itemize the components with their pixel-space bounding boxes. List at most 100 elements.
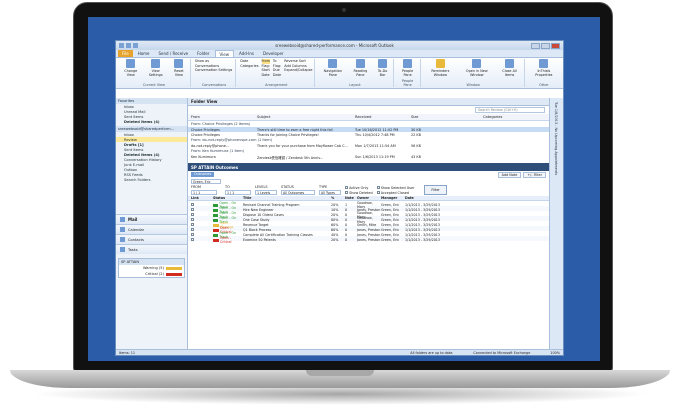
maximize-button[interactable] [541,42,550,49]
add-note-button[interactable]: Add Note [497,171,522,178]
tab-add-ins[interactable]: Add-Ins [235,50,258,57]
todo-bar-button[interactable]: To-Do Bar [375,59,391,77]
group-label: Other [539,83,549,87]
arrange-from-button[interactable]: From [261,59,270,64]
people-pane-button[interactable]: People Pane [398,59,418,77]
group-label: People Pane [401,79,414,87]
col-received[interactable]: Received [355,115,411,119]
close-all-icon [505,59,515,68]
to-date-input[interactable]: 1 / 1 [225,190,251,195]
row-checkbox[interactable] [191,203,213,207]
open-new-window-button[interactable]: Open in New Window [459,59,494,77]
col-size[interactable]: Size [411,115,483,119]
row-checkbox[interactable] [191,238,213,242]
nav-mail-button[interactable]: Mail [116,214,187,224]
row-checkbox[interactable] [191,228,213,232]
show-deleted-checkbox[interactable]: Show Deleted [345,191,373,195]
show-selected-user-checkbox[interactable]: Show Selected User [376,186,414,190]
col-link[interactable]: Link [191,196,213,200]
col-status[interactable]: Status [213,196,243,200]
navigation-pane-button[interactable]: Navigation Pane [319,59,346,77]
outcome-owner: Jones, Preston [357,238,381,242]
outcome-date: 1/1/2013 - 3/29/2013 [405,213,440,217]
send-receive-icon[interactable] [126,43,131,48]
col-categories[interactable]: Categories [483,115,549,119]
nav-calendar-button[interactable]: Calendar [116,224,187,234]
col-percent[interactable]: % [331,196,345,200]
message-column-header: From Subject Received Size Categories [188,114,549,121]
row-checkbox[interactable] [191,218,213,222]
row-checkbox[interactable] [191,233,213,237]
row-checkbox[interactable] [191,213,213,217]
tab-file[interactable]: File [118,50,133,57]
ribbon: Change View View Settings Reset View Cur… [116,58,563,89]
close-all-items-button[interactable]: Close All Items [497,59,521,77]
group-label: Current View [143,83,165,87]
minimize-button[interactable] [531,42,540,49]
col-manager[interactable]: Manager [381,196,405,200]
conversation-settings-button[interactable]: Conversation Settings [195,68,233,73]
message-row[interactable]: Ken Kumimura Zendesk受信確認 / Zendesk 5th A… [188,154,549,160]
tab-send-receive[interactable]: Send / Receive [155,50,193,57]
group-layout: Navigation Pane Reading Pane To-Do Bar L… [317,59,394,87]
from-date-input[interactable]: 1 / 1 [191,190,217,195]
nav-deleted-items[interactable]: Deleted Items (4) [116,119,187,124]
sp-critical-row[interactable]: Critical (2) [119,271,184,277]
close-button[interactable] [551,42,560,49]
reminders-window-button[interactable]: Reminders Window [425,59,457,77]
reset-view-button[interactable]: Reset View [170,59,188,77]
flag-due-date-button[interactable]: Flag: Due Date [273,64,281,78]
flag-start-date-button[interactable]: Flag: Start Date [262,64,270,78]
reminders-icon [435,59,445,68]
type-select[interactable]: All Types [319,190,341,195]
zoom-level[interactable]: 100% [550,351,560,355]
col-date[interactable]: Date [405,196,447,200]
outcome-date: 1/1/2013 - 3/29/2013 [405,218,440,222]
outcome-note: 0 [345,208,348,212]
accepted-closed-checkbox[interactable]: Accepted Closed [376,191,415,195]
nav-tasks-button[interactable]: Tasks [116,244,187,254]
tab-folder[interactable]: Folder [193,50,213,57]
properties-button[interactable]: InThisIs Properties [529,59,559,77]
title-bar: sreewebsoid@shared-performance.com - Mic… [116,41,563,50]
view-settings-button[interactable]: View Settings [144,59,166,77]
active-only-checkbox[interactable]: Active Only [345,186,373,190]
search-input[interactable]: Search Review (Ctrl+E) [475,107,545,113]
search-bar: Search Review (Ctrl+E) [188,106,549,114]
col-title[interactable]: Title [243,196,331,200]
outcome-title: Complete All Certification Training Clas… [243,233,313,237]
col-note[interactable]: Note [345,196,357,200]
filter-button[interactable]: Filter [424,185,447,195]
expand-collapse-button[interactable]: Expand/Collapse [284,68,312,73]
sp-outcomes-header[interactable]: SP ATTAIN Outcomes [188,163,549,171]
col-subject[interactable]: Subject [257,115,355,119]
folder-view-header: Folder View [188,98,549,106]
laptop-base [10,370,670,388]
group-other: InThisIs Properties Other [527,59,561,87]
row-checkbox[interactable] [191,223,213,227]
outcome-title: Revenue Target [243,223,269,227]
status-select[interactable]: All Outcomes [281,190,315,195]
row-checkbox[interactable] [191,208,213,212]
tab-developer[interactable]: Developer [259,50,288,57]
change-view-button[interactable]: Change View [120,59,141,77]
col-from[interactable]: From [191,115,257,119]
folder-search[interactable]: Search Folders [116,177,187,182]
reading-pane-button[interactable]: Reading Pane [349,59,371,77]
tab-outcomes[interactable]: Outcomes [191,172,215,177]
arrange-categories-button[interactable]: Categories [240,64,258,69]
tasks-icon [120,247,125,252]
critical-swatch [166,272,182,276]
to-label: TO [225,185,230,189]
levels-select[interactable]: 1 Levels [255,190,277,195]
nav-contacts-button[interactable]: Contacts [116,234,187,244]
tab-home[interactable]: Home [134,50,154,57]
mail-icon [120,217,125,222]
ribbon-tabs: File Home Send / Receive Folder View Add… [116,50,563,58]
show-as-conversations-checkbox[interactable]: Show as Conversations [195,59,233,68]
toggle-filter-button[interactable]: +/- Filter [523,171,546,178]
tab-view[interactable]: View [214,50,235,57]
owner-select[interactable]: Green, Eric [191,179,221,184]
contacts-icon [120,237,125,242]
col-owner[interactable]: Owner [357,196,381,200]
